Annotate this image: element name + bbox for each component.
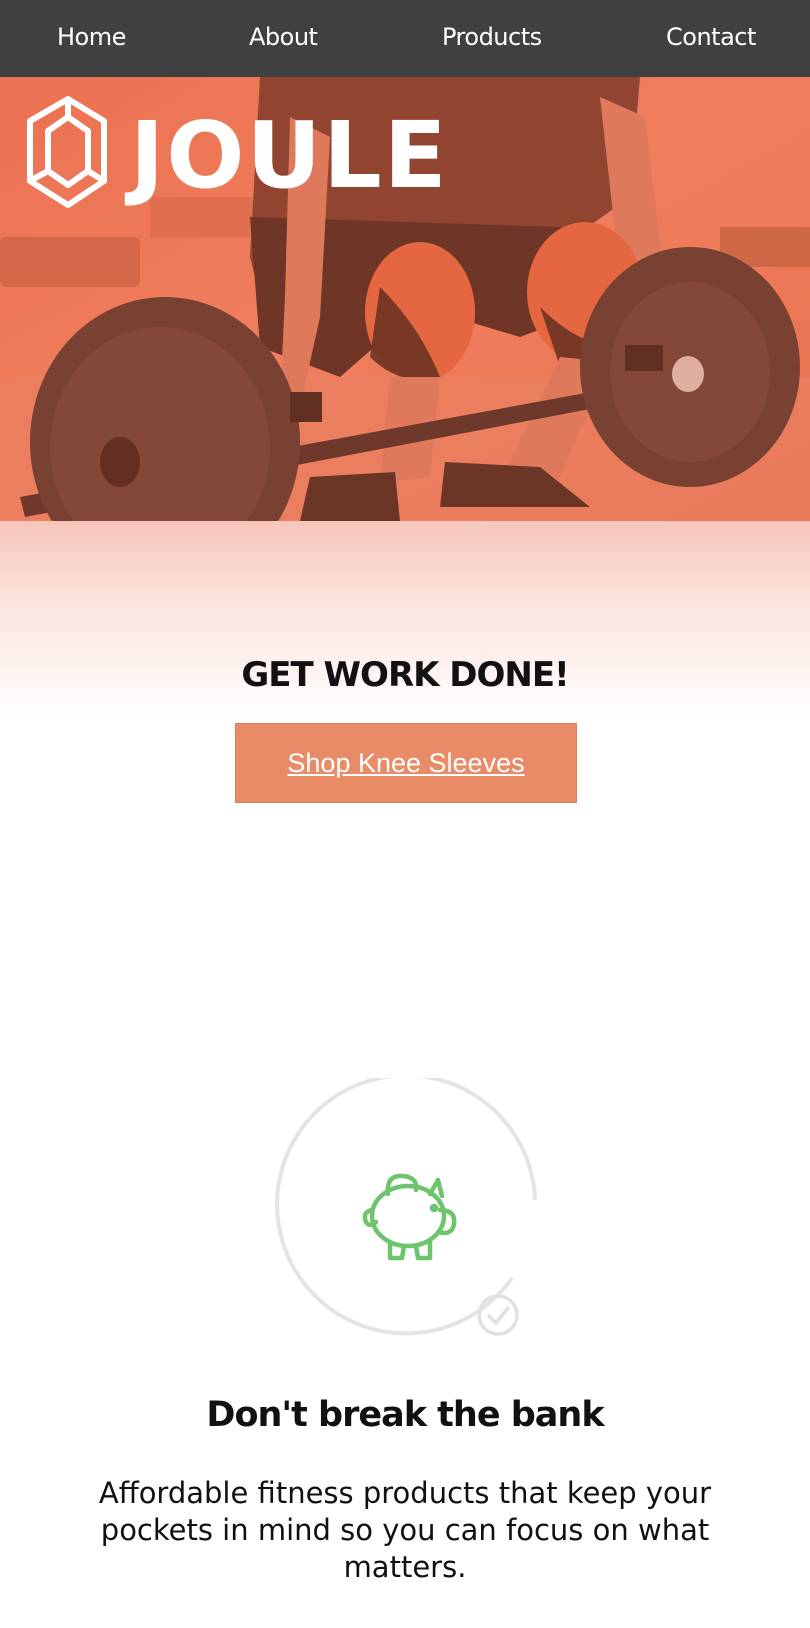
cta-headline: GET WORK DONE! [241, 655, 569, 695]
hero-image: JOULE [0, 77, 810, 521]
feature-description: Affordable fitness products that keep yo… [98, 1476, 712, 1584]
joule-logo-text: JOULE [124, 102, 449, 209]
nav-home-link[interactable]: Home [57, 0, 126, 77]
hero-banner: JOULE [0, 77, 810, 521]
nav-about-link[interactable]: About [249, 0, 318, 77]
shop-knee-sleeves-button[interactable]: Shop Knee Sleeves [235, 723, 577, 803]
nav-contact-link[interactable]: Contact [666, 0, 756, 77]
feature-title: Don't break the bank [206, 1395, 604, 1435]
feature-icon-circle [270, 1073, 545, 1353]
nav-products-link[interactable]: Products [442, 0, 542, 77]
top-navigation: Home About Products Contact [0, 0, 810, 77]
check-circle-icon [477, 1294, 519, 1336]
piggy-bank-icon [362, 1173, 457, 1261]
